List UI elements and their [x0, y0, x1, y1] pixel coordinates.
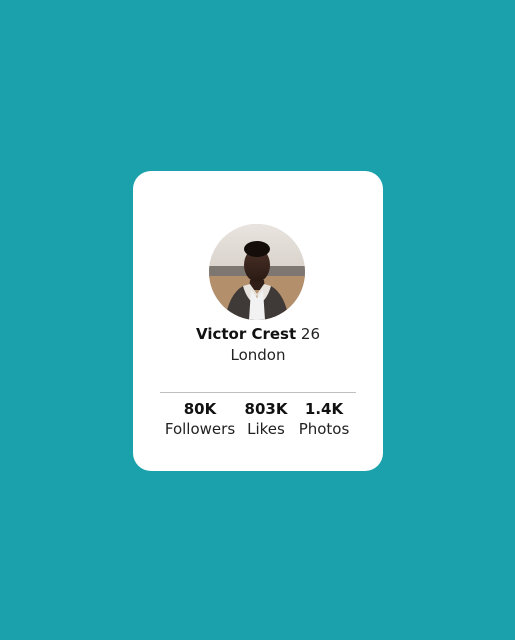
profile-name: Victor Crest — [195, 325, 297, 343]
stat-value: 80K — [183, 400, 217, 418]
avatar — [209, 224, 305, 320]
profile-card: Victor Crest 26 London 80K Followers 803… — [133, 171, 383, 471]
stat-label: Followers — [164, 420, 236, 438]
avatar-photo — [209, 224, 305, 320]
stat-followers: 80K Followers — [165, 399, 235, 439]
stat-value: 803K — [244, 400, 288, 418]
profile-age: 26 — [300, 325, 321, 343]
stat-likes: 803K Likes — [245, 399, 288, 439]
stat-value: 1.4K — [304, 400, 344, 418]
stat-photos: 1.4K Photos — [299, 399, 350, 439]
stats-row: 80K Followers 803K Likes 1.4K Photos — [133, 399, 383, 445]
profile-city: London — [230, 346, 286, 364]
profile-name-line: Victor Crest 26 — [133, 324, 383, 344]
stat-label: Photos — [298, 420, 350, 438]
stat-label: Likes — [247, 420, 285, 438]
divider — [160, 392, 356, 393]
